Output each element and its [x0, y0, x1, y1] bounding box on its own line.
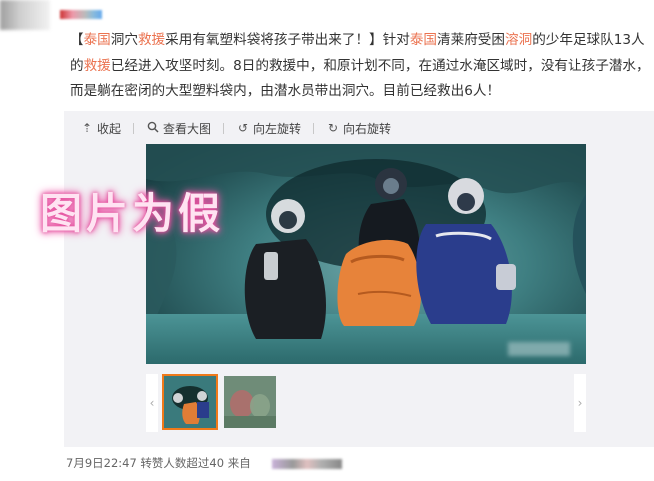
post-text-segment: 洞穴 [110, 32, 138, 48]
post-text-segment: 的 [70, 57, 84, 74]
thumbnail-1-image [164, 376, 216, 428]
post-text-line: 【泰国洞穴救援采用有氧塑料袋将孩子带出来了！】针对泰国清莱府受困溶洞的少年足球队… [70, 28, 654, 54]
thumbnail-next-button[interactable]: › [574, 374, 586, 432]
rotate-left-icon: ↺ [238, 121, 249, 135]
post-text: 【泰国洞穴救援采用有氧塑料袋将孩子带出来了！】针对泰国清莱府受困溶洞的少年足球队… [70, 28, 654, 105]
thumbnail-prev-button[interactable]: ‹ [146, 374, 158, 432]
toolbar-divider [223, 122, 225, 134]
rotate-right-icon: ↻ [328, 121, 339, 135]
toolbar-divider [313, 122, 315, 134]
thumbnail-2-image [224, 376, 276, 428]
chevron-left-icon: ‹ [149, 396, 155, 410]
thumbnail-strip: ‹ › [146, 374, 586, 432]
chevron-right-icon: › [577, 396, 583, 410]
post-meta: 7月9日22:47 转赞人数超过40 来自 [66, 456, 251, 470]
collapse-arrow-icon: ⇡ [81, 121, 93, 135]
magnifier-icon [146, 121, 160, 136]
post-text-segment: 而是躺在密闭的大型塑料袋内，由潜水员带出洞穴。目前已经救出6人！ [70, 83, 501, 99]
post-text-line: 而是躺在密闭的大型塑料袋内，由潜水员带出洞穴。目前已经救出6人！ [70, 79, 654, 105]
rotate-right-label: 向右旋转 [343, 121, 392, 136]
rotate-left-label: 向左旋转 [253, 121, 302, 136]
view-large-label: 查看大图 [163, 121, 212, 136]
post-text-segment: 已经进入攻坚时刻。8日的救援中，和原计划不同，在通过水淹区域时，没有让孩子潜水， [110, 57, 650, 74]
image-toolbar: ⇡ 收起 查看大图 ↺ 向左旋转 ↻ 向右旋转 [80, 118, 403, 138]
keyword-link[interactable]: 溶洞 [505, 32, 532, 48]
fake-image-watermark: 图片为假 [40, 189, 225, 238]
post-text-line: 的救援已经进入攻坚时刻。8日的救援中，和原计划不同，在通过水淹区域时，没有让孩子… [70, 54, 654, 80]
avatar[interactable] [0, 0, 50, 30]
collapse-button[interactable]: ⇡ 收起 [80, 120, 121, 137]
post-text-segment: 采用有氧塑料袋将孩子带出来了！】针对 [165, 32, 410, 48]
thumbnail-1[interactable] [162, 374, 218, 430]
cave-divers-image [146, 144, 586, 364]
view-large-button[interactable]: 查看大图 [146, 120, 211, 137]
thumbnail-2[interactable] [224, 376, 276, 428]
keyword-link[interactable]: 泰国 [410, 32, 437, 48]
post-text-segment: 的少年足球队13人 [532, 32, 645, 48]
source-blur[interactable] [272, 459, 342, 469]
cave-photo[interactable] [146, 144, 586, 364]
toolbar-divider [133, 122, 135, 134]
post-text-segment: 【 [70, 32, 84, 48]
post-text-segment: 清莱府受困 [437, 32, 505, 48]
keyword-link[interactable]: 泰国 [84, 32, 111, 48]
username-blur[interactable] [60, 10, 102, 19]
collapse-label: 收起 [97, 121, 122, 136]
keyword-link[interactable]: 救援 [138, 32, 165, 48]
rotate-left-button[interactable]: ↺ 向左旋转 [236, 120, 301, 137]
keyword-link[interactable]: 救援 [84, 58, 111, 74]
rotate-right-button[interactable]: ↻ 向右旋转 [326, 120, 391, 137]
